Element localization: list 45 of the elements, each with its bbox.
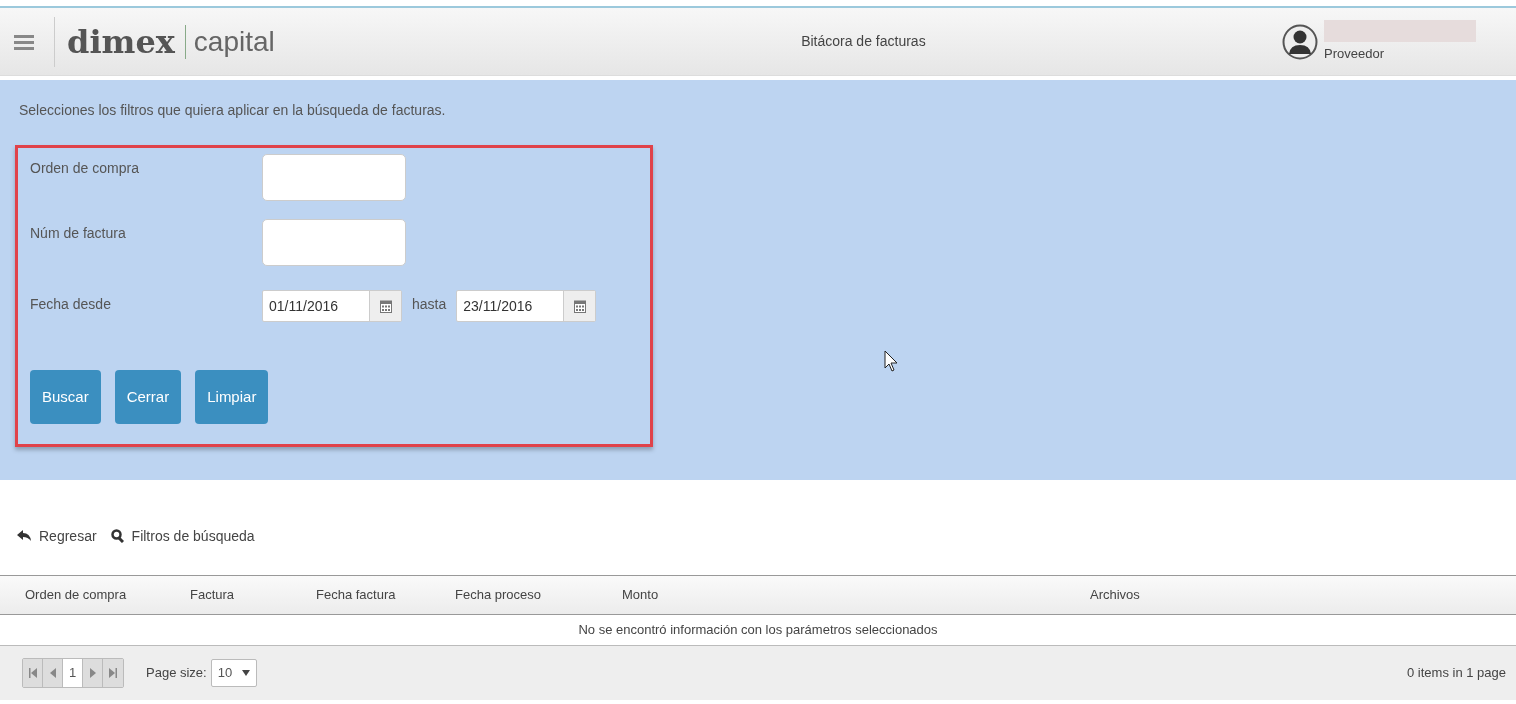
prev-page-button[interactable]: [43, 659, 63, 687]
action-button[interactable]: Buscar: [30, 370, 101, 424]
current-page[interactable]: 1: [63, 659, 83, 687]
action-button[interactable]: Cerrar: [114, 370, 182, 424]
last-page-button[interactable]: [103, 659, 123, 687]
menu-icon[interactable]: [14, 32, 34, 51]
logo-wordmark: dimex: [67, 21, 175, 63]
back-arrow-icon: [17, 530, 31, 542]
caret-icon: [242, 670, 251, 676]
input-field[interactable]: [262, 219, 406, 266]
page-size-select[interactable]: 10: [210, 659, 258, 687]
column-header[interactable]: Orden de compra: [0, 585, 190, 605]
separator-label: hasta: [412, 295, 447, 314]
last-page-icon: [109, 668, 117, 678]
empty-message: No se encontró información con los parámetros seleccionados: [578, 621, 938, 640]
field-label: Fecha desde: [30, 295, 112, 314]
avatar-icon[interactable]: [1282, 23, 1318, 60]
field-label: Orden de compra: [30, 159, 140, 178]
first-page-icon: [28, 668, 37, 678]
action-button[interactable]: Limpiar: [195, 370, 269, 424]
column-header[interactable]: Fecha factura: [316, 585, 455, 605]
mouse-pointer-icon: [884, 350, 898, 372]
page-size-label: Page size:: [146, 664, 207, 683]
first-page-button[interactable]: [23, 659, 43, 687]
calendar-icon: [573, 299, 586, 313]
next-page-button[interactable]: [83, 659, 103, 687]
toolbar-link[interactable]: Filtros de búsqueda: [110, 525, 255, 547]
input-field[interactable]: [262, 154, 406, 201]
page-title: Bitácora de facturas: [801, 32, 926, 51]
calendar-icon: [379, 299, 392, 313]
toolbar-link[interactable]: Regresar: [17, 525, 97, 547]
pager-summary: 0 items in 1 page: [1407, 664, 1506, 683]
prev-page-icon: [49, 668, 56, 678]
instruction-text: Selecciones los filtros que quiera aplicar en la búsqueda de facturas.: [19, 101, 447, 120]
column-header[interactable]: Monto: [622, 585, 1090, 605]
column-header[interactable]: Archivos: [1090, 585, 1390, 605]
date-field[interactable]: 01/11/2016: [262, 290, 402, 322]
user-role: Proveedor: [1324, 44, 1385, 63]
column-header[interactable]: Factura: [190, 585, 316, 605]
field-label: Núm de factura: [30, 224, 127, 243]
search-icon: [110, 529, 124, 543]
column-header[interactable]: Fecha proceso: [455, 585, 622, 605]
next-page-icon: [89, 668, 96, 678]
date-field[interactable]: 23/11/2016: [456, 290, 597, 322]
logo-subtitle: capital: [193, 24, 275, 59]
